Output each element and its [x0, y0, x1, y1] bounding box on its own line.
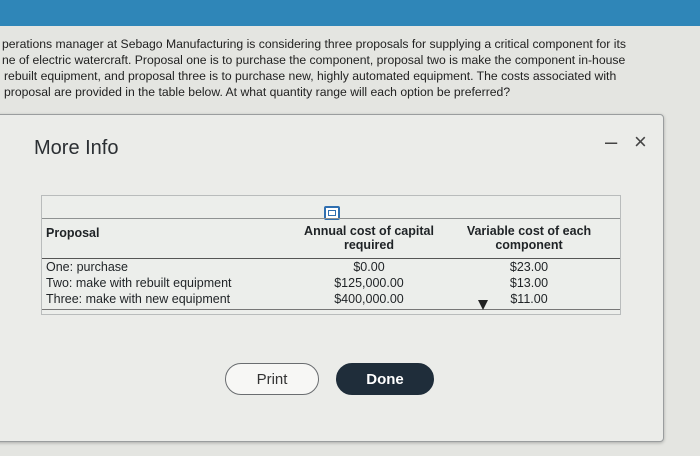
question-line: proposal are provided in the table below…	[4, 85, 511, 99]
header-variable-line: component	[495, 238, 563, 252]
mouse-cursor-icon	[478, 300, 488, 310]
question-line: rebuilt equipment, and proposal three is…	[4, 69, 617, 83]
close-icon[interactable]: ×	[634, 129, 647, 155]
header-capital-line: required	[343, 238, 394, 252]
row-capital: $400,000.00	[334, 292, 404, 306]
question-line: ne of electric watercraft. Proposal one …	[2, 53, 626, 67]
row-proposal: One: purchase	[46, 260, 128, 274]
cost-table: Proposal Annual cost of capital required…	[41, 195, 621, 315]
header-variable-cost: Variable cost of each component	[454, 224, 604, 252]
header-proposal: Proposal	[46, 226, 100, 240]
row-capital: $125,000.00	[334, 276, 404, 290]
header-capital-cost: Annual cost of capital required	[294, 224, 444, 252]
more-info-dialog: More Info – × Proposal Annual cost of ca…	[0, 114, 664, 442]
table-top-rule	[42, 218, 620, 219]
table-bottom-rule	[42, 309, 620, 310]
done-button[interactable]: Done	[336, 363, 434, 395]
print-button[interactable]: Print	[225, 363, 319, 395]
top-bar	[0, 0, 700, 26]
question-line: perations manager at Sebago Manufacturin…	[2, 37, 626, 51]
header-rule	[42, 258, 620, 259]
row-proposal: Two: make with rebuilt equipment	[46, 276, 232, 290]
header-variable-line: Variable cost of each	[466, 224, 592, 238]
row-variable: $23.00	[509, 260, 549, 274]
row-variable: $11.00	[510, 292, 548, 306]
header-capital-line: Annual cost of capital	[304, 224, 434, 238]
row-proposal: Three: make with new equipment	[46, 292, 231, 306]
minimize-icon[interactable]: –	[605, 129, 617, 155]
question-text: perations manager at Sebago Manufacturin…	[0, 36, 700, 100]
dialog-title: More Info	[34, 137, 119, 159]
row-variable: $13.00	[509, 276, 549, 290]
row-capital: $0.00	[353, 260, 385, 274]
